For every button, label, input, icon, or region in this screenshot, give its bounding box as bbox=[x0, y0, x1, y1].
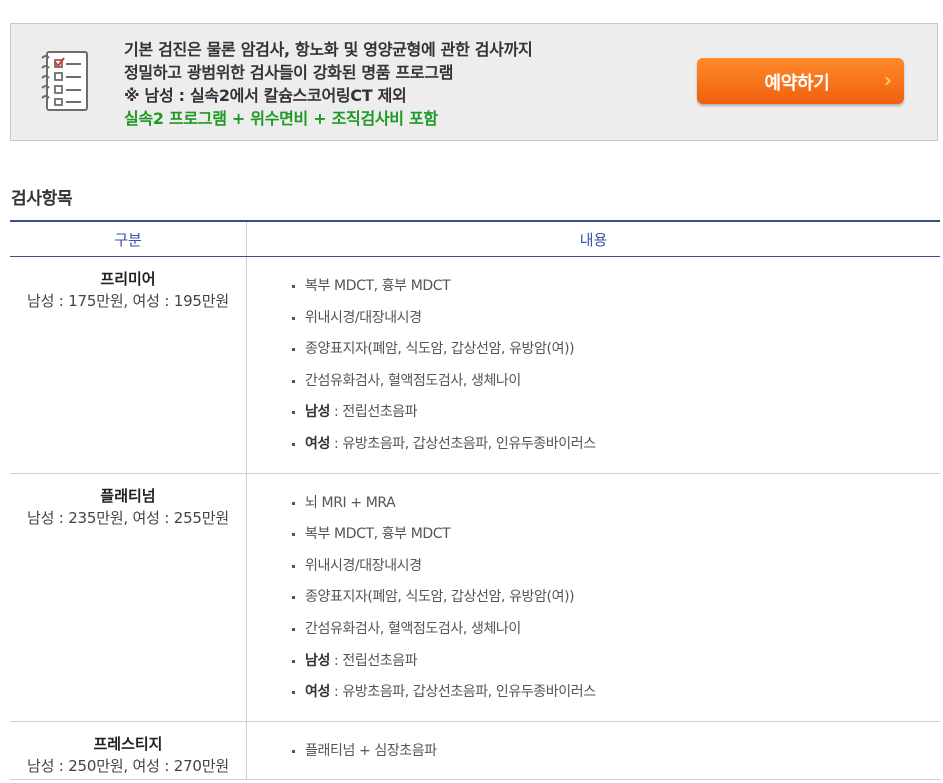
chevron-right-icon: › bbox=[883, 68, 892, 92]
list-item: 남성 : 전립선초음파 bbox=[291, 397, 940, 429]
list-item-text: 위내시경/대장내시경 bbox=[305, 309, 422, 326]
banner-line: 정밀하고 광범위한 검사들이 강화된 명품 프로그램 bbox=[124, 63, 454, 82]
list-item-text: 복부 MDCT, 흉부 MDCT bbox=[305, 526, 451, 543]
content-cell: 복부 MDCT, 흉부 MDCT 위내시경/대장내시경종양표지자(폐암, 식도암,… bbox=[246, 256, 940, 474]
table-row: 프리미어 남성 : 175만원, 여성 : 195만원 복부 MDCT, 흉부 MD… bbox=[10, 256, 940, 474]
program-price: 남성 : 175만원, 여성 : 195만원 bbox=[27, 292, 229, 310]
list-item: 뇌 MRI + MRA bbox=[291, 488, 940, 520]
table-row: 프레스티지남성 : 250만원, 여성 : 270만원 플래티넘 + 심장초음파 bbox=[10, 721, 940, 781]
banner-note: ※ 남성 : 실속2에서 칼슘스코어링CT 제외 bbox=[124, 86, 407, 105]
list-item-text: 간섬유화검사, 혈액점도검사, 생체나이 bbox=[305, 372, 521, 389]
section-title: 검사항목 bbox=[11, 189, 73, 209]
gender-label: 여성 bbox=[305, 684, 330, 701]
list-item-text: 간섬유화검사, 혈액점도검사, 생체나이 bbox=[305, 620, 521, 637]
reserve-button[interactable]: 예약하기 › bbox=[697, 58, 904, 104]
program-price: 남성 : 235만원, 여성 : 255만원 bbox=[27, 508, 229, 527]
table-row: 플래티넘남성 : 235만원, 여성 : 255만원 뇌 MRI + MRA 복부 … bbox=[10, 473, 940, 722]
table-header-row: 구분 내용 bbox=[10, 220, 940, 257]
program-price: 남성 : 250만원, 여성 : 270만원 bbox=[27, 756, 229, 775]
list-item-text: : 전립선초음파 bbox=[329, 652, 418, 669]
program-name: 프레스티지 bbox=[93, 734, 163, 753]
exam-list: 복부 MDCT, 흉부 MDCT 위내시경/대장내시경종양표지자(폐암, 식도암,… bbox=[247, 257, 940, 473]
category-cell: 플래티넘남성 : 235만원, 여성 : 255만원 bbox=[10, 473, 247, 722]
banner-highlight: 실속2 프로그램 + 위수면비 + 조직검사비 포함 bbox=[124, 109, 438, 128]
list-item: 복부 MDCT, 흉부 MDCT bbox=[291, 271, 940, 303]
list-item-text: : 전립선초음파 bbox=[329, 404, 418, 421]
exam-list: 플래티넘 + 심장초음파 bbox=[247, 722, 940, 780]
list-item-text: : 유방초음파, 갑상선초음파, 인유두종바이러스 bbox=[329, 435, 596, 452]
list-item-text: 뇌 MRI + MRA bbox=[305, 494, 396, 511]
gender-label: 남성 bbox=[305, 404, 330, 421]
exam-items-table: 구분 내용 프리미어 남성 : 175만원, 여성 : 195만원 복부 MDCT,… bbox=[10, 220, 940, 781]
program-name: 프리미어 bbox=[100, 270, 156, 288]
list-item-text: 종양표지자(폐암, 식도암, 갑상선암, 유방암(여)) bbox=[305, 589, 575, 606]
list-item: 위내시경/대장내시경 bbox=[291, 551, 940, 583]
table-body: 프리미어 남성 : 175만원, 여성 : 195만원 복부 MDCT, 흉부 MD… bbox=[10, 256, 940, 781]
header-category: 구분 bbox=[10, 220, 247, 257]
list-item: 플래티넘 + 심장초음파 bbox=[291, 736, 940, 768]
list-item: 위내시경/대장내시경 bbox=[291, 303, 940, 335]
exam-list: 뇌 MRI + MRA 복부 MDCT, 흉부 MDCT 위내시경/대장내시경종양표… bbox=[247, 474, 940, 721]
banner-line: 기본 검진은 물론 암검사, 항노화 및 영양균형에 관한 검사까지 bbox=[124, 40, 533, 59]
list-item: 종양표지자(폐암, 식도암, 갑상선암, 유방암(여)) bbox=[291, 334, 940, 366]
gender-label: 남성 bbox=[305, 652, 330, 669]
reserve-button-label: 예약하기 bbox=[764, 73, 830, 94]
list-item: 여성 : 유방초음파, 갑상선초음파, 인유두종바이러스 bbox=[291, 677, 940, 709]
checklist-icon bbox=[41, 51, 88, 111]
content-cell: 플래티넘 + 심장초음파 bbox=[246, 721, 940, 781]
list-item-text: 종양표지자(폐암, 식도암, 갑상선암, 유방암(여)) bbox=[305, 341, 575, 358]
program-banner: 기본 검진은 물론 암검사, 항노화 및 영양균형에 관한 검사까지 정밀하고 … bbox=[10, 23, 938, 141]
program-name: 플래티넘 bbox=[100, 486, 156, 505]
list-item: 종양표지자(폐암, 식도암, 갑상선암, 유방암(여)) bbox=[291, 582, 940, 614]
category-cell: 프리미어남성 : 175만원, 여성 : 195만원 bbox=[10, 256, 247, 474]
banner-description: 기본 검진은 물론 암검사, 항노화 및 영양균형에 관한 검사까지 정밀하고 … bbox=[124, 38, 533, 130]
content-cell: 뇌 MRI + MRA 복부 MDCT, 흉부 MDCT 위내시경/대장내시경종양표… bbox=[246, 473, 940, 722]
list-item: 남성 : 전립선초음파 bbox=[291, 646, 940, 678]
list-item: 간섬유화검사, 혈액점도검사, 생체나이 bbox=[291, 366, 940, 398]
list-item-text: : 유방초음파, 갑상선초음파, 인유두종바이러스 bbox=[329, 684, 596, 701]
gender-label: 여성 bbox=[305, 435, 330, 452]
header-content: 내용 bbox=[246, 220, 940, 257]
list-item-text: 플래티넘 + 심장초음파 bbox=[305, 742, 437, 759]
list-item-text: 복부 MDCT, 흉부 MDCT bbox=[305, 278, 451, 294]
category-cell: 프레스티지남성 : 250만원, 여성 : 270만원 bbox=[10, 721, 247, 781]
list-item: 복부 MDCT, 흉부 MDCT bbox=[291, 519, 940, 551]
list-item-text: 위내시경/대장내시경 bbox=[305, 557, 422, 574]
list-item: 간섬유화검사, 혈액점도검사, 생체나이 bbox=[291, 614, 940, 646]
list-item: 여성 : 유방초음파, 갑상선초음파, 인유두종바이러스 bbox=[291, 429, 940, 461]
